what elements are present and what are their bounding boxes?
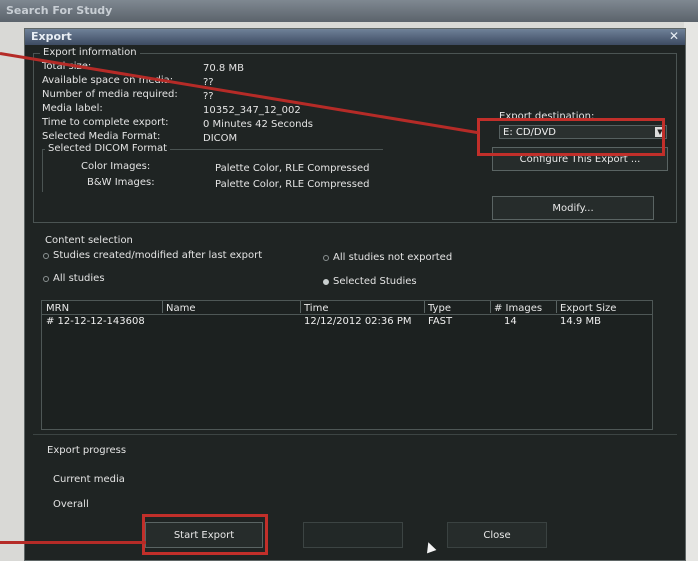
radio-label: Selected Studies bbox=[333, 276, 417, 287]
cell-export-size: 14.9 MB bbox=[560, 316, 601, 327]
column-divider bbox=[300, 301, 301, 313]
total-size-value: 70.8 MB bbox=[203, 63, 244, 74]
column-divider bbox=[556, 301, 557, 313]
time-to-complete-label: Time to complete export: bbox=[42, 117, 169, 128]
radio-label: All studies bbox=[53, 273, 105, 284]
export-progress-title: Export progress bbox=[47, 445, 127, 456]
cell-mrn: # 12-12-12-143608 bbox=[46, 316, 145, 327]
radio-label: All studies not exported bbox=[333, 252, 453, 263]
current-media-label: Current media bbox=[53, 474, 125, 485]
column-header-time[interactable]: Time bbox=[304, 303, 328, 314]
configure-export-highlight bbox=[477, 118, 665, 156]
radio-all-studies-not-exported[interactable]: All studies not exported bbox=[323, 252, 452, 263]
export-information-title: Export information bbox=[40, 47, 140, 58]
annotation-pointer-line bbox=[0, 541, 146, 544]
dicom-format-title: Selected DICOM Format bbox=[45, 143, 171, 154]
export-progress-group: Export progress Current media Overall bbox=[33, 434, 677, 531]
media-label-value: 10352_347_12_002 bbox=[203, 105, 301, 116]
close-icon[interactable]: ✕ bbox=[669, 29, 679, 43]
column-divider bbox=[162, 301, 163, 313]
media-required-value: ?? bbox=[203, 91, 214, 102]
column-header-export-size[interactable]: Export Size bbox=[560, 303, 616, 314]
media-required-label: Number of media required: bbox=[42, 89, 178, 100]
radio-studies-created-after-last-export[interactable]: Studies created/modified after last expo… bbox=[43, 250, 262, 261]
cell-images: 14 bbox=[504, 316, 517, 327]
background-window-edge bbox=[684, 22, 698, 561]
media-format-label: Selected Media Format: bbox=[42, 131, 161, 142]
background-window-titlebar: Search For Study bbox=[0, 0, 698, 22]
overall-label: Overall bbox=[53, 499, 89, 510]
table-header-divider bbox=[42, 314, 652, 315]
media-label-label: Media label: bbox=[42, 103, 103, 114]
radio-selected-studies[interactable]: Selected Studies bbox=[323, 276, 417, 287]
radio-button-selected-icon bbox=[323, 278, 329, 285]
content-selection-title: Content selection bbox=[45, 235, 133, 246]
cell-time: 12/12/2012 02:36 PM bbox=[304, 316, 412, 327]
background-window-title: Search For Study bbox=[6, 4, 113, 17]
dialog-title: Export bbox=[31, 30, 72, 43]
start-export-highlight bbox=[142, 514, 268, 555]
time-to-complete-value: 0 Minutes 42 Seconds bbox=[203, 119, 313, 130]
radio-button-icon bbox=[43, 252, 49, 259]
column-divider bbox=[490, 301, 491, 313]
close-button[interactable]: Close bbox=[447, 522, 547, 548]
disabled-button bbox=[303, 522, 403, 548]
export-dialog: Export ✕ Export information Total size: … bbox=[24, 28, 686, 561]
radio-button-icon bbox=[43, 275, 49, 282]
color-images-value: Palette Color, RLE Compressed bbox=[215, 163, 370, 174]
column-header-mrn[interactable]: MRN bbox=[46, 303, 69, 314]
column-header-images[interactable]: # Images bbox=[494, 303, 542, 314]
media-format-value: DICOM bbox=[203, 133, 238, 144]
modify-button[interactable]: Modify... bbox=[492, 196, 654, 220]
color-images-label: Color Images: bbox=[81, 161, 151, 172]
column-header-name[interactable]: Name bbox=[166, 303, 196, 314]
bw-images-label: B&W Images: bbox=[87, 177, 155, 188]
column-header-type[interactable]: Type bbox=[428, 303, 451, 314]
cell-type: FAST bbox=[428, 316, 453, 327]
dicom-format-group: Selected DICOM Format Color Images: Pale… bbox=[42, 143, 383, 192]
radio-label: Studies created/modified after last expo… bbox=[53, 250, 263, 261]
column-divider bbox=[424, 301, 425, 313]
radio-button-icon bbox=[323, 254, 329, 261]
radio-all-studies[interactable]: All studies bbox=[43, 273, 105, 284]
studies-table[interactable]: MRN Name Time Type # Images Export Size … bbox=[41, 300, 653, 430]
dialog-titlebar[interactable]: Export ✕ bbox=[25, 29, 685, 45]
bw-images-value: Palette Color, RLE Compressed bbox=[215, 179, 370, 190]
